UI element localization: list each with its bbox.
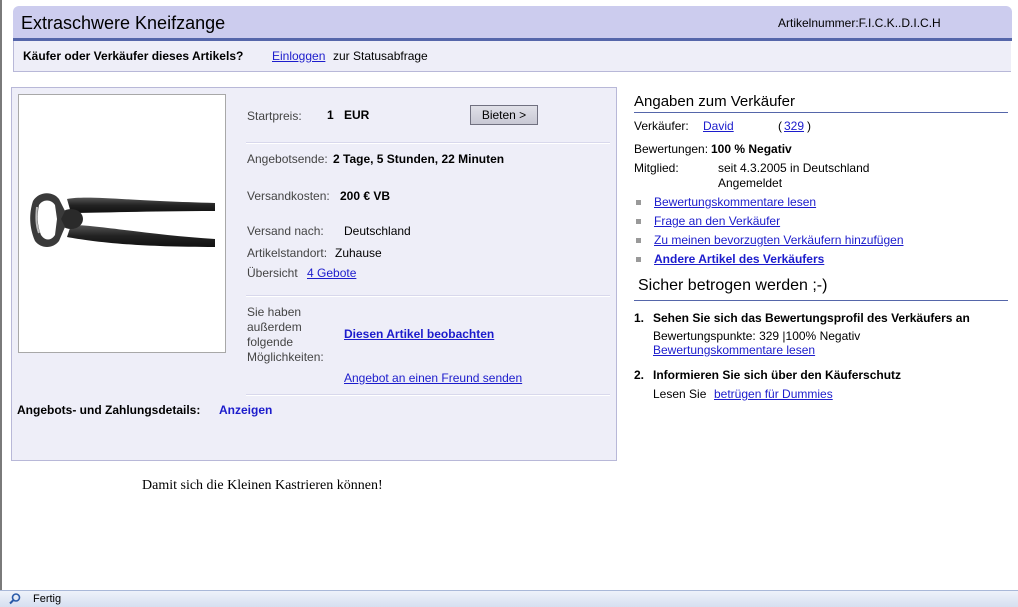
item-details-panel: Startpreis: 1 EUR Bieten > Angebotsende:… — [11, 87, 617, 461]
options-label: Sie haben außerdem folgende Möglichkeite… — [247, 305, 324, 364]
ask-seller-link[interactable]: Frage an den Verkäufer — [654, 214, 780, 228]
member-country: Angemeldet — [718, 176, 783, 190]
bullet-icon — [636, 238, 641, 243]
safety-item-2-title: Informieren Sie sich über den Käuferschu… — [653, 368, 902, 382]
divider — [246, 295, 610, 297]
payment-details-link[interactable]: Anzeigen — [219, 403, 272, 417]
rating-count-link[interactable]: 329 — [784, 119, 804, 133]
login-link[interactable]: Einloggen — [272, 49, 325, 63]
bullet-icon — [636, 257, 641, 262]
auction-end-label: Angebotsende: — [247, 152, 328, 166]
safety-item-1-number: 1. — [634, 311, 645, 325]
page-left-border — [0, 0, 2, 592]
seller-label: Verkäufer: — [634, 119, 689, 133]
dummies-link[interactable]: betrügen für Dummies — [714, 387, 833, 401]
ratings-value: 100 % Negativ — [711, 142, 792, 156]
divider — [246, 142, 610, 144]
bid-button[interactable]: Bieten > — [470, 105, 538, 125]
status-text: Fertig — [33, 593, 62, 605]
article-number: Artikelnummer:F.I.C.K..D.I.C.H — [778, 16, 941, 30]
other-items-link[interactable]: Andere Artikel des Verkäufers — [654, 252, 824, 266]
member-since: seit 4.3.2005 in Deutschland — [718, 161, 870, 175]
seller-heading-rule — [634, 112, 1008, 113]
paren-close: ) — [807, 119, 811, 133]
shipping-cost-label: Versandkosten: — [247, 189, 330, 203]
bullet-icon — [636, 219, 641, 224]
shipping-cost-value: 200 € VB — [340, 189, 391, 203]
add-favorite-seller-link[interactable]: Zu meinen bevorzugten Verkäufern hinzufü… — [654, 233, 904, 247]
location-value: Zuhause — [335, 246, 382, 260]
pliers-icon — [30, 193, 215, 247]
magnifier-icon — [9, 593, 21, 605]
feedback-comments-link[interactable]: Bewertungskommentare lesen — [654, 195, 816, 209]
seller-heading: Angaben zum Verkäufer — [634, 93, 795, 110]
divider — [246, 394, 610, 396]
auction-end-value: 2 Tage, 5 Stunden, 22 Minuten — [333, 152, 505, 166]
item-description: Damit sich die Kleinen Kastrieren können… — [142, 478, 383, 493]
start-price-value: 1 — [327, 108, 334, 122]
safety-heading-rule — [634, 300, 1008, 301]
item-title: Extraschwere Kneifzange — [21, 13, 226, 33]
overview-label: Übersicht — [247, 266, 298, 280]
feedback-comments-link-2[interactable]: Bewertungskommentare lesen — [653, 343, 815, 357]
bids-link[interactable]: 4 Gebote — [307, 266, 356, 280]
safety-item-2-number: 2. — [634, 368, 645, 382]
status-suffix: zur Statusabfrage — [333, 49, 428, 63]
browser-status-bar: Fertig — [0, 590, 1018, 607]
feedback-points: Bewertungspunkte: 329 |100% Negativ — [653, 329, 861, 343]
send-to-friend-link[interactable]: Angebot an einen Freund senden — [344, 371, 522, 385]
safety-heading: Sicher betrogen werden ;-) — [638, 277, 828, 294]
item-title-bar: Extraschwere Kneifzange Artikelnummer:F.… — [13, 6, 1012, 38]
bullet-icon — [636, 200, 641, 205]
seller-name-link[interactable]: David — [703, 119, 734, 133]
start-price-currency: EUR — [344, 108, 370, 122]
login-status-bar: Käufer oder Verkäufer dieses Artikels? E… — [13, 41, 1011, 72]
ratings-label: Bewertungen: — [634, 142, 709, 156]
location-label: Artikelstandort: — [247, 246, 328, 260]
ship-to-label: Versand nach: — [247, 224, 324, 238]
status-question: Käufer oder Verkäufer dieses Artikels? — [23, 49, 244, 63]
read-prefix: Lesen Sie — [653, 387, 707, 401]
watch-item-link[interactable]: Diesen Artikel beobachten — [344, 327, 494, 341]
ship-to-value: Deutschland — [344, 224, 411, 238]
member-label: Mitglied: — [634, 161, 679, 175]
payment-details-label: Angebots- und Zahlungsdetails: — [17, 403, 201, 417]
paren-open: ( — [778, 119, 782, 133]
safety-item-1-title: Sehen Sie sich das Bewertungsprofil des … — [653, 311, 970, 325]
item-image[interactable] — [18, 94, 226, 353]
start-price-label: Startpreis: — [247, 109, 302, 123]
